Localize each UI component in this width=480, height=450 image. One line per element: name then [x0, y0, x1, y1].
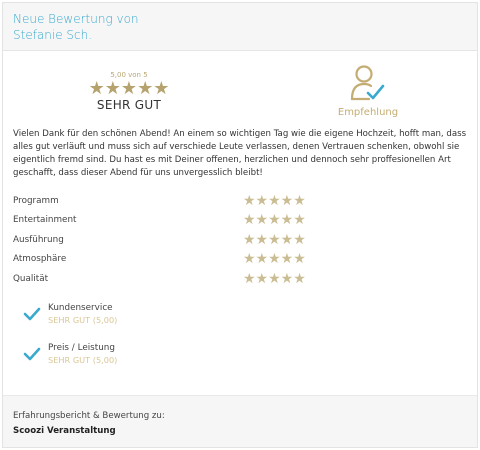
checkmark-icon: [23, 347, 41, 361]
review-text: Vielen Dank für den schönen Abend! An ei…: [13, 129, 467, 178]
rating-summary: 5,00 von 5 ★★★★★ SEHR GUT Empfehlung: [3, 51, 477, 125]
rating-row-atmosphaere: Atmosphäre ★★★★★: [13, 250, 333, 270]
rating-stars-icon: ★★★★★: [243, 251, 306, 268]
rating-label: Programm: [13, 195, 59, 206]
rating-label: Ausführung: [13, 234, 64, 245]
checkmark-icon: [23, 307, 41, 321]
rating-label: Atmosphäre: [13, 254, 67, 265]
rating-stars-icon: ★★★★★: [243, 231, 306, 248]
review-card: Neue Bewertung von Stefanie Sch. 5,00 vo…: [2, 2, 478, 448]
footer-label: Erfahrungsbericht & Bewertung zu:: [13, 411, 165, 421]
overall-label: SEHR GUT: [96, 98, 162, 112]
recommendation-label: Empfehlung: [337, 107, 399, 118]
badge-name: Preis / Leistung: [48, 343, 115, 353]
rating-row-qualitaet: Qualität ★★★★★: [13, 269, 333, 289]
rating-stars-icon: ★★★★★: [243, 270, 306, 287]
review-footer: Erfahrungsbericht & Bewertung zu: Scoozi…: [3, 395, 477, 447]
badge-value: SEHR GUT (5,00): [48, 315, 118, 325]
review-header: Neue Bewertung von Stefanie Sch.: [3, 3, 477, 51]
overall-rating: 5,00 von 5 ★★★★★ SEHR GUT: [81, 71, 177, 113]
rating-stars-icon: ★★★★★: [243, 212, 306, 229]
rating-stars-icon: ★★★★★: [243, 192, 306, 209]
rating-label: Entertainment: [13, 215, 77, 226]
reviewer-name[interactable]: Stefanie Sch.: [13, 27, 477, 43]
overall-stars-icon: ★★★★★: [88, 78, 170, 99]
category-ratings: Programm ★★★★★ Entertainment ★★★★★ Ausfü…: [13, 191, 333, 289]
rating-row-entertainment: Entertainment ★★★★★: [13, 211, 333, 231]
badge-value: SEHR GUT (5,00): [48, 355, 118, 365]
business-name[interactable]: Scoozi Veranstaltung: [13, 425, 477, 438]
recommendation: Empfehlung: [328, 63, 408, 119]
person-check-icon: [350, 65, 385, 101]
header-title-line1: Neue Bewertung von: [13, 12, 139, 26]
rating-row-programm: Programm ★★★★★: [13, 191, 333, 211]
rating-label: Qualität: [13, 273, 49, 284]
rating-row-ausfuehrung: Ausführung ★★★★★: [13, 230, 333, 250]
badge-name: Kundenservice: [48, 303, 113, 313]
